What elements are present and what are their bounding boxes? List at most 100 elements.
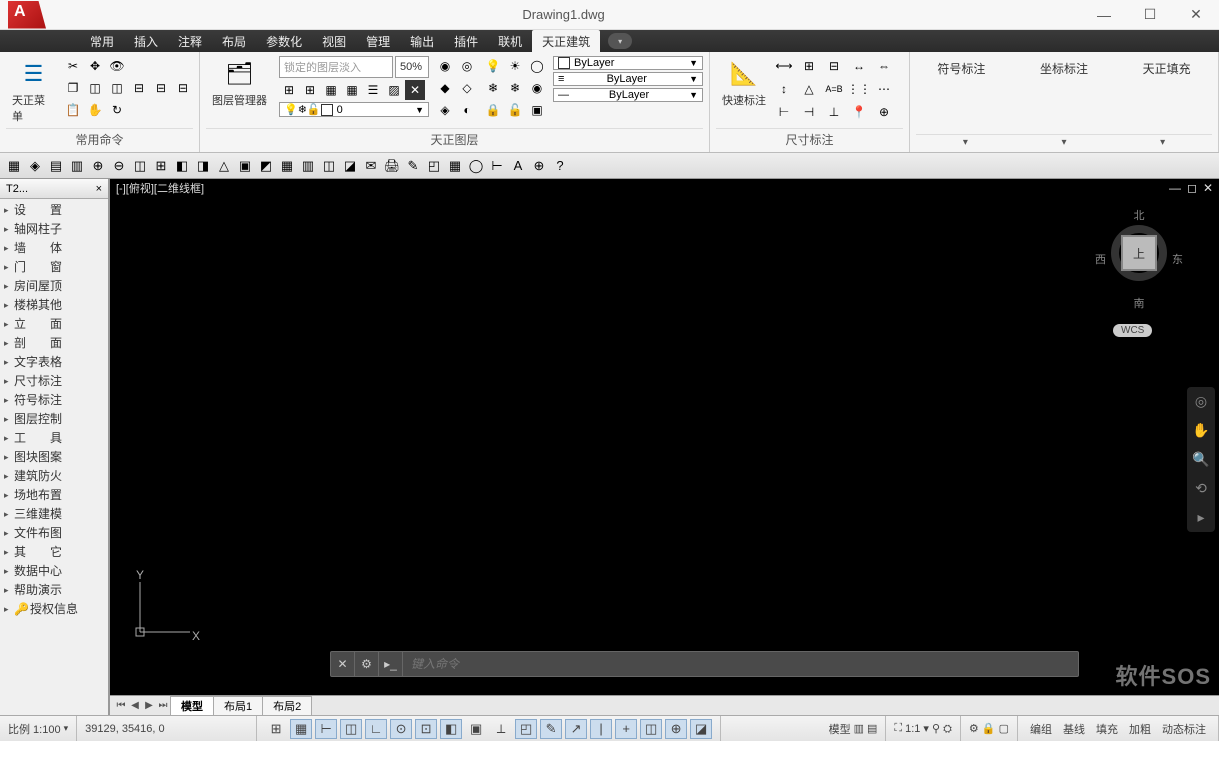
toolbar-btn-11[interactable]: ▣: [235, 156, 255, 176]
dim-icon[interactable]: A=B: [824, 79, 844, 99]
toolbar-btn-15[interactable]: ◫: [319, 156, 339, 176]
toolbar-btn-25[interactable]: ⊕: [529, 156, 549, 176]
tool-icon[interactable]: ▦: [342, 80, 362, 100]
ribbon-dropdown[interactable]: 符号标注: [937, 60, 985, 77]
draft-toggle[interactable]: ⊡: [415, 719, 437, 739]
tree-item[interactable]: ▸文件布图: [0, 524, 108, 543]
menu-7[interactable]: 输出: [400, 30, 444, 53]
snow-icon[interactable]: ❄: [483, 78, 503, 98]
maximize-button[interactable]: ☐: [1127, 0, 1173, 30]
viewport-label[interactable]: [-][俯视][二维线框]: [116, 180, 204, 196]
dim-icon[interactable]: ⇔: [874, 56, 894, 76]
toolbar-btn-17[interactable]: ✉: [361, 156, 381, 176]
tree-item[interactable]: ▸剖 面: [0, 334, 108, 353]
dim-icon[interactable]: ⋮⋮: [849, 79, 869, 99]
toolbar-btn-0[interactable]: ▦: [4, 156, 24, 176]
tree-item[interactable]: ▸建筑防火: [0, 467, 108, 486]
tool-icon[interactable]: ▦: [321, 80, 341, 100]
toolbar-btn-9[interactable]: ◨: [193, 156, 213, 176]
dim-icon[interactable]: ⊢: [774, 102, 794, 122]
draft-toggle[interactable]: ⊢: [315, 719, 337, 739]
vp-close-icon[interactable]: ✕: [1203, 181, 1213, 195]
toolbar-btn-24[interactable]: A: [508, 156, 528, 176]
sun-icon[interactable]: ☀: [505, 56, 525, 76]
menu-8[interactable]: 插件: [444, 30, 488, 53]
toolbar-btn-6[interactable]: ◫: [130, 156, 150, 176]
toolbar-btn-10[interactable]: △: [214, 156, 234, 176]
toolbar-btn-8[interactable]: ◧: [172, 156, 192, 176]
tianzheng-menu-button[interactable]: ☰ 天正菜单: [6, 56, 61, 126]
tree-item[interactable]: ▸三维建模: [0, 505, 108, 524]
toolbar-btn-4[interactable]: ⊕: [88, 156, 108, 176]
layout-tab[interactable]: 模型: [170, 696, 214, 715]
draft-toggle[interactable]: ▦: [290, 719, 312, 739]
current-layer-dropdown[interactable]: 💡❄🔓 0 ▼: [279, 102, 429, 117]
tree-item[interactable]: ▸房间屋顶: [0, 277, 108, 296]
lineweight-dropdown[interactable]: ≡ByLayer▼: [553, 72, 703, 86]
dim-icon[interactable]: ↕: [774, 79, 794, 99]
draft-toggle[interactable]: ◫: [340, 719, 362, 739]
menu-overflow-icon[interactable]: ▾: [608, 33, 632, 49]
circle-icon[interactable]: ◯: [527, 56, 547, 76]
tree-item[interactable]: ▸其 它: [0, 543, 108, 562]
toolbar-btn-13[interactable]: ▦: [277, 156, 297, 176]
tab-prev-icon[interactable]: ◀: [128, 700, 142, 711]
toolbar-btn-14[interactable]: ▥: [298, 156, 318, 176]
zoom-icon[interactable]: 🔍: [1192, 451, 1209, 468]
ribbon-dropdown[interactable]: 天正填充: [1143, 60, 1191, 77]
tree-item[interactable]: ▸文字表格: [0, 353, 108, 372]
tree-item[interactable]: ▸轴网柱子: [0, 220, 108, 239]
app-logo-icon[interactable]: [8, 1, 46, 29]
toolbar-btn-22[interactable]: ◯: [466, 156, 486, 176]
tree-item[interactable]: ▸立 面: [0, 315, 108, 334]
cut-icon[interactable]: ✂: [63, 56, 83, 76]
dim-icon[interactable]: △: [799, 79, 819, 99]
draft-toggle[interactable]: ⊞: [265, 719, 287, 739]
tree-item[interactable]: ▸楼梯其他: [0, 296, 108, 315]
bulb-icon[interactable]: 💡: [483, 56, 503, 76]
tree-item[interactable]: ▸图层控制: [0, 410, 108, 429]
tree-item[interactable]: ▸工 具: [0, 429, 108, 448]
tree-item[interactable]: ▸墙 体: [0, 239, 108, 258]
drawing-canvas[interactable]: 北 南 西 东 上 WCS ◎ ✋ 🔍 ⟲ ▸ Y X ✕ ⚙: [110, 197, 1219, 695]
toolbar-btn-3[interactable]: ▥: [67, 156, 87, 176]
layer-icon[interactable]: ◈: [435, 100, 455, 120]
copy-icon[interactable]: ❐: [63, 78, 83, 98]
close-button[interactable]: ✕: [1173, 0, 1219, 30]
steering-wheel-icon[interactable]: ◎: [1195, 393, 1207, 410]
tree-item[interactable]: ▸🔑授权信息: [0, 600, 108, 619]
status-label[interactable]: 加粗: [1125, 721, 1155, 737]
tool-icon[interactable]: ⊟: [173, 78, 193, 98]
menu-3[interactable]: 布局: [212, 30, 256, 53]
color-dropdown[interactable]: ByLayer▼: [553, 56, 703, 70]
viewcube[interactable]: 北 南 西 东 上 WCS: [1089, 207, 1189, 337]
cmd-close-icon[interactable]: ✕: [331, 652, 355, 676]
close-icon[interactable]: ×: [96, 183, 102, 195]
dim-icon[interactable]: ⋯: [874, 79, 894, 99]
cmd-options-icon[interactable]: ⚙: [355, 652, 379, 676]
toolbar-btn-23[interactable]: ⊢: [487, 156, 507, 176]
dim-icon[interactable]: ⟷: [774, 56, 794, 76]
menu-10[interactable]: 天正建筑: [532, 30, 600, 53]
tab-first-icon[interactable]: ⏮: [114, 700, 128, 711]
tool-icon[interactable]: ◫: [107, 78, 127, 98]
tree-item[interactable]: ▸场地布置: [0, 486, 108, 505]
close-x-icon[interactable]: ✕: [405, 80, 425, 100]
refresh-icon[interactable]: ↻: [107, 100, 127, 120]
pan-icon[interactable]: ✋: [85, 100, 105, 120]
snow-icon[interactable]: ❄: [505, 78, 525, 98]
tab-next-icon[interactable]: ▶: [142, 700, 156, 711]
tree-item[interactable]: ▸设 置: [0, 201, 108, 220]
cmd-prompt-icon[interactable]: ▸_: [379, 652, 403, 676]
draft-toggle[interactable]: ◧: [440, 719, 462, 739]
menu-5[interactable]: 视图: [312, 30, 356, 53]
fade-percent[interactable]: 50%: [395, 56, 429, 78]
wcs-badge[interactable]: WCS: [1113, 324, 1152, 337]
tree-item[interactable]: ▸尺寸标注: [0, 372, 108, 391]
draft-toggle[interactable]: ↗: [565, 719, 587, 739]
coords-display[interactable]: 39129, 35416, 0: [77, 716, 257, 741]
draft-toggle[interactable]: ⟂: [490, 719, 512, 739]
eye-icon[interactable]: 👁: [107, 56, 127, 76]
dim-icon[interactable]: ⊕: [874, 102, 894, 122]
status-label[interactable]: 动态标注: [1158, 721, 1210, 737]
